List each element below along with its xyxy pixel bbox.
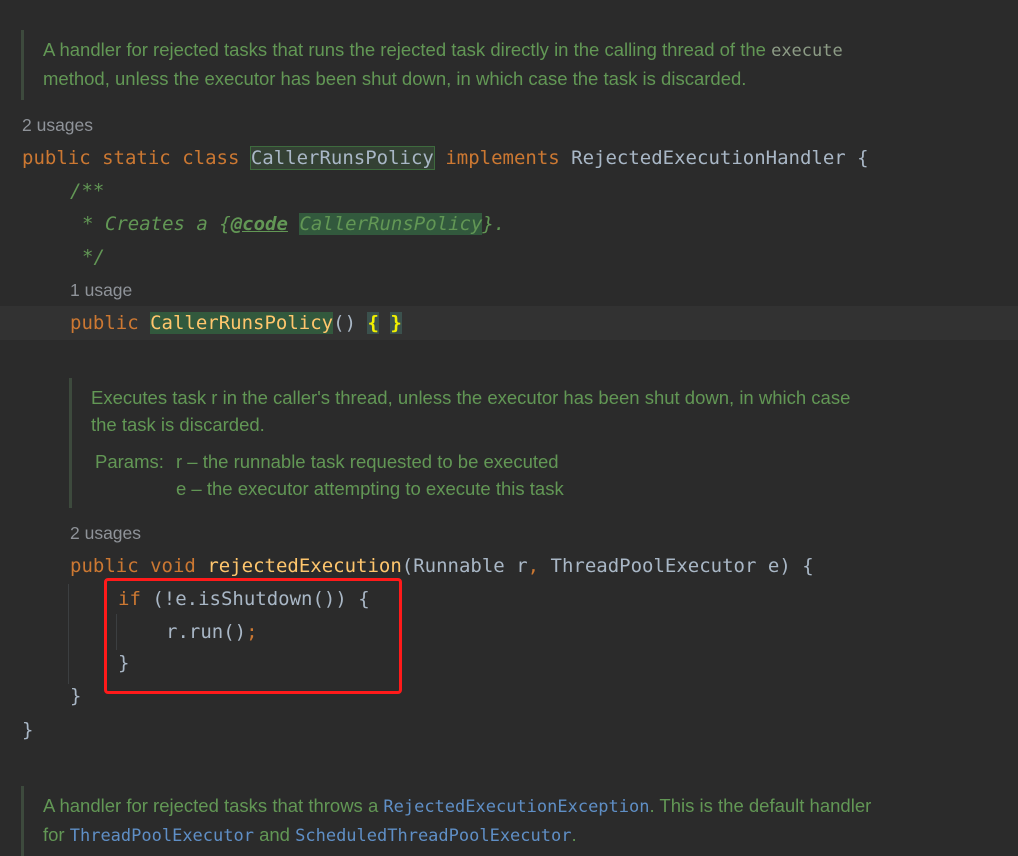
rendered-doc-top: A handler for rejected tasks that runs t… bbox=[43, 36, 843, 92]
class-close-brace: } bbox=[22, 719, 34, 741]
link-rejected-execution-exception[interactable]: RejectedExecutionException bbox=[383, 797, 649, 817]
doc-line: method, unless the executor has been shu… bbox=[43, 68, 747, 89]
indent-guide bbox=[68, 584, 69, 684]
doc-line: the task is discarded. bbox=[91, 414, 265, 435]
constructor-name[interactable]: CallerRunsPolicy bbox=[150, 312, 334, 334]
highlight-annotation-box bbox=[104, 578, 402, 694]
link-thread-pool-executor[interactable]: ThreadPoolExecutor bbox=[70, 826, 254, 846]
javadoc-close: */ bbox=[82, 246, 105, 268]
doc-line: A handler for rejected tasks that runs t… bbox=[43, 39, 843, 61]
class-name[interactable]: CallerRunsPolicy bbox=[249, 146, 435, 170]
doc-line: A handler for rejected tasks that throws… bbox=[43, 795, 872, 817]
doc-bar-bottom bbox=[21, 786, 24, 856]
interface-name[interactable]: RejectedExecutionHandler bbox=[571, 147, 846, 169]
param-r: r – the runnable task requested to be ex… bbox=[176, 451, 559, 472]
javadoc-open: /** bbox=[70, 180, 105, 202]
method-close-brace: } bbox=[70, 685, 82, 707]
usage-hint-method[interactable]: 2 usages bbox=[70, 521, 141, 545]
doc-bar-middle bbox=[69, 378, 72, 508]
doc-line: for ThreadPoolExecutor and ScheduledThre… bbox=[43, 824, 577, 846]
param-e: e – the executor attempting to execute t… bbox=[176, 478, 564, 499]
usage-hint-class[interactable]: 2 usages bbox=[22, 113, 93, 137]
rendered-doc-bottom: A handler for rejected tasks that throws… bbox=[43, 792, 871, 850]
link-scheduled-thread-pool-executor[interactable]: ScheduledThreadPoolExecutor bbox=[295, 826, 571, 846]
params-label: Params: bbox=[95, 451, 164, 472]
usage-hint-constructor[interactable]: 1 usage bbox=[70, 278, 132, 302]
rendered-doc-method: Executes task r in the caller's thread, … bbox=[91, 384, 850, 438]
class-declaration: public static class CallerRunsPolicy imp… bbox=[22, 146, 869, 170]
doc-bar-top bbox=[21, 30, 24, 100]
method-name[interactable]: rejectedExecution bbox=[207, 555, 401, 577]
javadoc-line: * Creates a {@code CallerRunsPolicy}. bbox=[82, 213, 506, 235]
doc-line: Executes task r in the caller's thread, … bbox=[91, 387, 851, 408]
constructor-line: public CallerRunsPolicy() { } bbox=[70, 312, 402, 334]
